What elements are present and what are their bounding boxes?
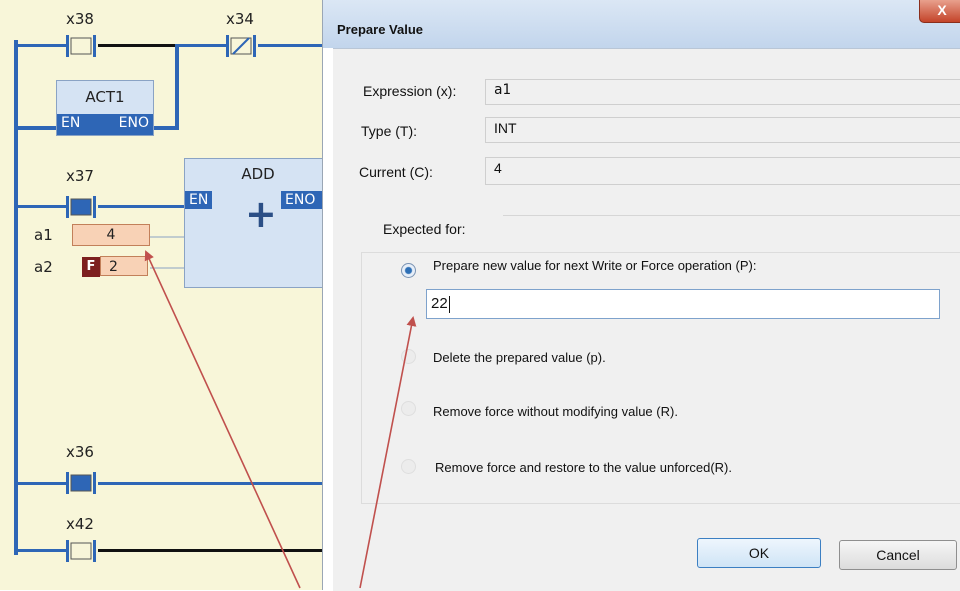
dialog-body: Expression (x): a1 Type (T): INT Current… xyxy=(333,48,960,591)
dialog-titlebar[interactable]: Prepare Value X xyxy=(323,0,960,48)
act1-pin-bar: EN ENO xyxy=(57,114,153,135)
act1-title: ACT1 xyxy=(85,88,125,106)
contact-label-x38: x38 xyxy=(66,10,94,28)
close-button[interactable]: X xyxy=(919,0,960,23)
var-name-a1: a1 xyxy=(34,226,53,244)
ladder-diagram: x38 x34 x37 x36 x42 ACT1 EN ENO ADD EN E… xyxy=(0,0,331,590)
ok-button[interactable]: OK xyxy=(697,538,821,568)
contact-x34 xyxy=(226,35,256,57)
new-value-text: 22 xyxy=(431,295,448,312)
dialog-title: Prepare Value xyxy=(337,22,423,37)
current-label: Current (C): xyxy=(359,164,433,180)
radio-label-remove-force: Remove force without modifying value (R)… xyxy=(433,404,678,419)
contact-label-x37: x37 xyxy=(66,167,94,185)
contact-x36 xyxy=(66,472,96,494)
prepare-value-dialog: Prepare Value X Expression (x): a1 Type … xyxy=(322,0,960,591)
ladder-wiring xyxy=(14,35,330,562)
contact-x42 xyxy=(66,540,96,562)
new-value-input[interactable]: 22 xyxy=(426,289,940,319)
text-caret xyxy=(448,295,450,313)
radio-label-remove-restore: Remove force and restore to the value un… xyxy=(435,460,732,475)
act1-block[interactable]: ACT1 EN ENO xyxy=(56,80,154,136)
force-badge: F xyxy=(82,257,100,277)
act1-eno-pin: ENO xyxy=(118,115,149,131)
contact-label-x34: x34 xyxy=(226,10,254,28)
contact-label-x36: x36 xyxy=(66,443,94,461)
contact-x37 xyxy=(66,196,96,218)
expression-label: Expression (x): xyxy=(363,83,457,99)
add-plus-icon: + xyxy=(245,192,277,236)
radio-delete-prepared[interactable] xyxy=(401,349,416,364)
contact-label-x42: x42 xyxy=(66,515,94,533)
cancel-button[interactable]: Cancel xyxy=(839,540,957,570)
add-block[interactable]: ADD EN ENO + xyxy=(184,158,331,288)
radio-label-prepare: Prepare new value for next Write or Forc… xyxy=(433,258,757,273)
radio-remove-force-restore[interactable] xyxy=(401,459,416,474)
contact-x38 xyxy=(66,35,96,57)
radio-prepare-new-value[interactable] xyxy=(401,263,416,278)
radio-label-delete: Delete the prepared value (p). xyxy=(433,350,606,365)
radio-remove-force[interactable] xyxy=(401,401,416,416)
act1-en-pin: EN xyxy=(61,115,81,131)
add-en-pin: EN xyxy=(185,191,213,209)
type-label: Type (T): xyxy=(361,123,418,139)
var-value-a1[interactable]: 4 xyxy=(72,224,150,246)
var-name-a2: a2 xyxy=(34,258,53,276)
type-field: INT xyxy=(485,117,960,143)
current-field: 4 xyxy=(485,157,960,185)
expression-field: a1 xyxy=(485,79,960,105)
expected-for-label: Expected for: xyxy=(383,221,466,237)
add-title: ADD xyxy=(241,165,275,183)
group-divider xyxy=(503,215,960,216)
var-value-a2[interactable]: 2 xyxy=(100,256,148,276)
